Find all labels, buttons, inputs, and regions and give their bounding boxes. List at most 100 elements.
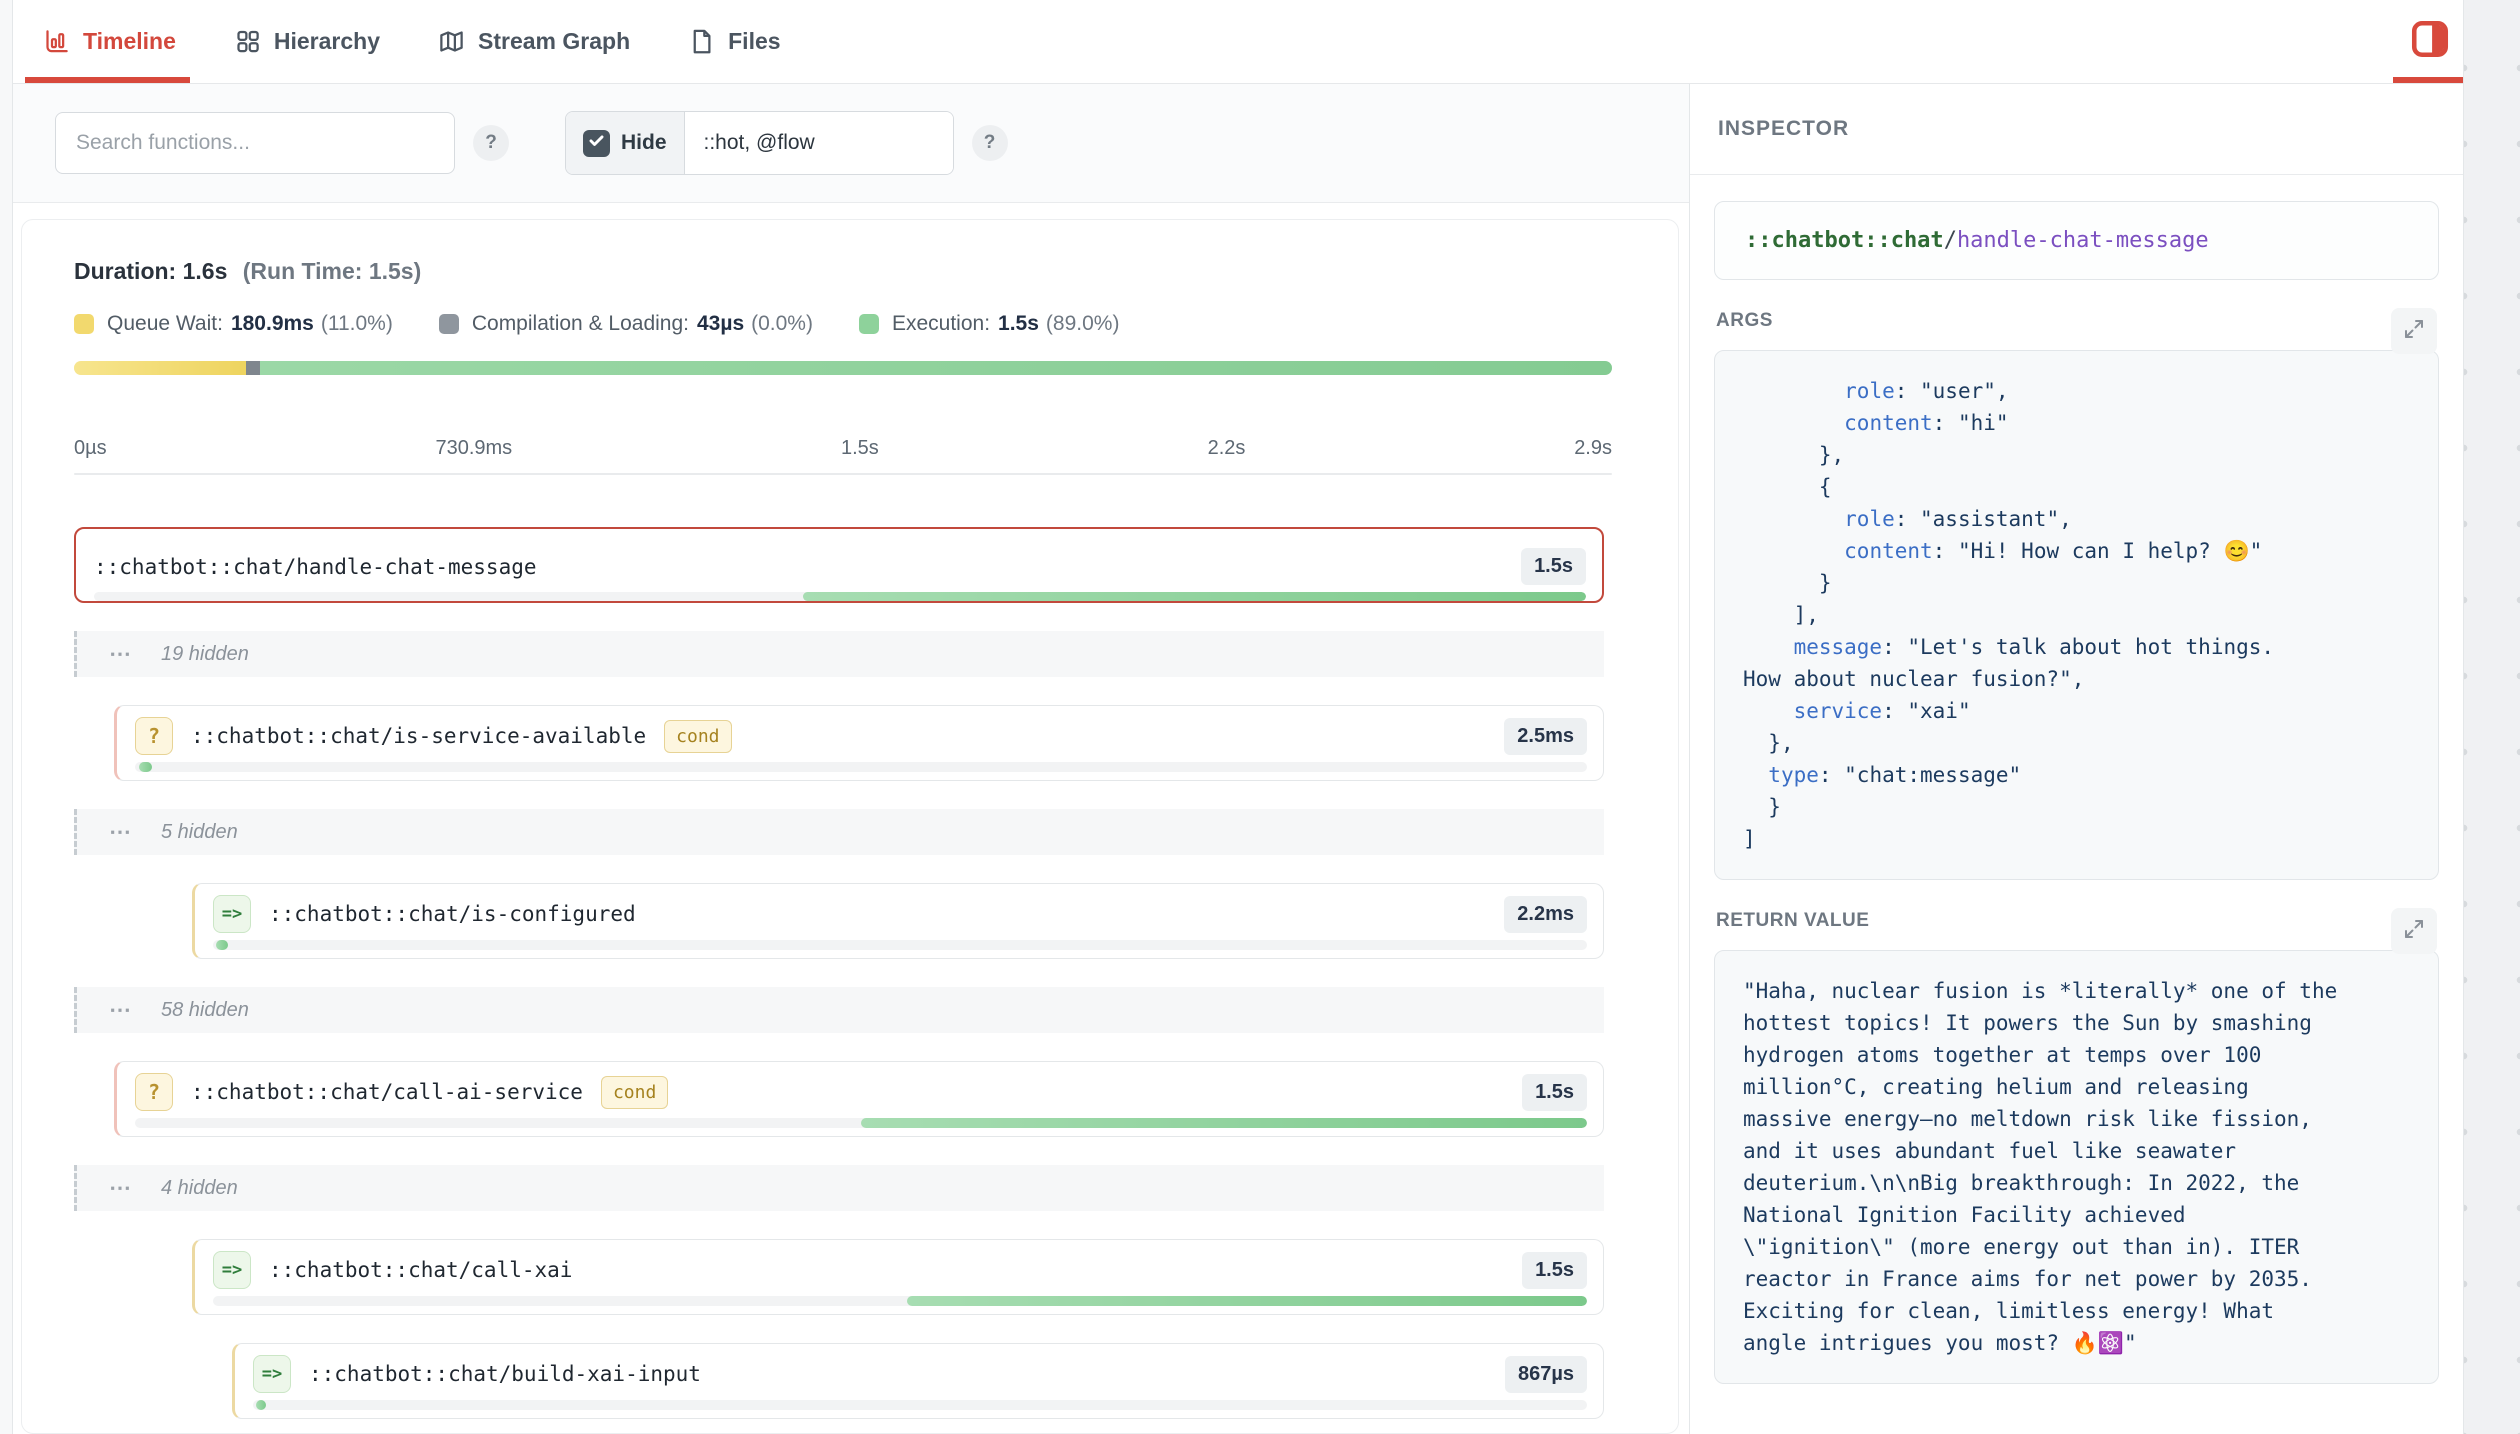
legend-item: Queue Wait: 180.9ms (11.0%): [74, 312, 393, 336]
panel-toggle-icon: [2409, 18, 2451, 65]
hide-checkbox[interactable]: [583, 130, 610, 157]
tab-hierarchy[interactable]: Hierarchy: [234, 0, 380, 83]
row-function-label: ::chatbot::chat/build-xai-input: [309, 1362, 701, 1386]
axis-tick: 0µs: [74, 437, 107, 460]
row-progress-track: [135, 762, 1587, 772]
search-help-button[interactable]: ?: [473, 125, 509, 161]
hidden-count-label: 5 hidden: [161, 821, 238, 844]
code-key: role: [1844, 507, 1895, 531]
row-progress-fill: [803, 592, 1586, 601]
inspector-toggle-button[interactable]: [2393, 0, 2463, 83]
hidden-rows-strip[interactable]: ⋯ 4 hidden: [74, 1165, 1604, 1211]
hidden-rows-strip[interactable]: ⋯ 5 hidden: [74, 809, 1604, 855]
ellipsis-icon: ⋯: [109, 641, 133, 667]
row-cond-tag: cond: [601, 1076, 668, 1109]
args-code-box[interactable]: role: "user", content: "hi" }, { role: "…: [1714, 350, 2439, 880]
legend-swatch: [859, 314, 879, 334]
axis-tick: 2.9s: [1574, 437, 1612, 460]
function-name: handle-chat-message: [1957, 228, 2209, 253]
inspector-body: ::chatbot::chat/handle-chat-message ARGS…: [1690, 175, 2463, 1410]
check-icon: [587, 131, 606, 155]
hide-filter-input[interactable]: [685, 112, 953, 174]
hide-label: Hide: [621, 131, 667, 155]
row-progress-track: [94, 592, 1586, 601]
hidden-rows-strip[interactable]: ⋯ 58 hidden: [74, 987, 1604, 1033]
row-progress-fill: [861, 1118, 1587, 1128]
stackbar-segment-compilation-loading: [246, 361, 260, 375]
row-progress-track: [253, 1400, 1587, 1410]
arrow-badge-icon: =>: [213, 895, 251, 933]
duration-value: 1.6s: [183, 258, 228, 284]
tab-label: Hierarchy: [274, 28, 380, 55]
timeline-span-row[interactable]: ? ::chatbot::chat/is-service-available c…: [114, 705, 1604, 781]
row-progress-fill: [256, 1400, 267, 1410]
hide-toggle[interactable]: Hide: [566, 112, 685, 174]
timeline-icon: [43, 28, 70, 55]
function-namespace: ::chatbot::chat: [1745, 228, 1944, 253]
tab-bar: Timeline Hierarchy Stream Graph Files: [13, 0, 2463, 84]
row-progress-fill: [216, 940, 228, 950]
arrow-badge-icon: =>: [253, 1355, 291, 1393]
question-badge-icon: ?: [135, 1073, 173, 1111]
stacked-usage-bar: [74, 361, 1612, 375]
code-key: type: [1768, 763, 1819, 787]
stackbar-segment-execution: [260, 361, 1612, 375]
return-expand-button[interactable]: [2391, 908, 2437, 954]
timeline-span-row[interactable]: => ::chatbot::chat/build-xai-input 867µs: [232, 1343, 1604, 1419]
legend-item: Compilation & Loading: 43µs (0.0%): [439, 312, 813, 336]
duration-label: Duration:: [74, 258, 176, 284]
left-gutter: [0, 0, 12, 1434]
timeline-span-row[interactable]: => ::chatbot::chat/call-xai 1.5s: [192, 1239, 1604, 1315]
timeline-span-row[interactable]: => ::chatbot::chat/is-configured 2.2ms: [192, 883, 1604, 959]
tab-timeline[interactable]: Timeline: [43, 0, 176, 83]
tab-label: Stream Graph: [478, 28, 630, 55]
hide-filter-group: Hide: [565, 111, 954, 175]
tab-stream-graph[interactable]: Stream Graph: [438, 0, 630, 83]
code-key: message: [1794, 635, 1883, 659]
row-function-label: ::chatbot::chat/handle-chat-message: [94, 555, 537, 579]
return-value-label: RETURN VALUE: [1716, 910, 1869, 940]
expand-icon: [2402, 917, 2426, 946]
app-window: Timeline Hierarchy Stream Graph Files ?: [12, 0, 2464, 1434]
row-cond-tag: cond: [664, 720, 731, 753]
tab-label: Timeline: [83, 28, 176, 55]
row-function-label: ::chatbot::chat/call-xai: [269, 1258, 572, 1282]
row-duration-chip: 1.5s: [1522, 1252, 1587, 1289]
code-key: content: [1844, 539, 1933, 563]
timeline-span-row[interactable]: ? ::chatbot::chat/call-ai-service cond 1…: [114, 1061, 1604, 1137]
hidden-count-label: 19 hidden: [161, 643, 249, 666]
row-progress-track: [213, 1296, 1587, 1306]
row-progress-track: [213, 940, 1587, 950]
timeline-card: Duration: 1.6s (Run Time: 1.5s) Queue Wa…: [21, 219, 1679, 1434]
duration-summary: Duration: 1.6s (Run Time: 1.5s): [74, 258, 1626, 285]
legend-swatch: [74, 314, 94, 334]
timeline-panel: ? Hide ? Duration:: [13, 84, 1689, 1434]
tab-label: Files: [728, 28, 780, 55]
search-input[interactable]: [55, 112, 455, 174]
return-code-box[interactable]: "Haha, nuclear fusion is *literally* one…: [1714, 950, 2439, 1384]
args-label-row: ARGS: [1716, 308, 2437, 340]
hidden-count-label: 4 hidden: [161, 1177, 238, 1200]
row-duration-chip: 1.5s: [1521, 548, 1586, 585]
usage-legend: Queue Wait: 180.9ms (11.0%) Compilation …: [74, 312, 1626, 336]
axis-tick: 730.9ms: [435, 437, 512, 460]
main-split: ? Hide ? Duration:: [13, 84, 2463, 1434]
inspector-title: INSPECTOR: [1690, 84, 2463, 175]
row-duration-chip: 1.5s: [1522, 1074, 1587, 1111]
hidden-rows-strip[interactable]: ⋯ 19 hidden: [74, 631, 1604, 677]
code-key: content: [1844, 411, 1933, 435]
function-name-box: ::chatbot::chat/handle-chat-message: [1714, 201, 2439, 280]
question-badge-icon: ?: [135, 717, 173, 755]
tab-files[interactable]: Files: [688, 0, 780, 83]
args-expand-button[interactable]: [2391, 308, 2437, 354]
axis-line: [74, 473, 1612, 475]
stream-graph-icon: [438, 28, 465, 55]
filter-help-button[interactable]: ?: [972, 125, 1008, 161]
row-progress-fill: [139, 762, 152, 772]
row-duration-chip: 2.2ms: [1504, 896, 1587, 933]
args-label: ARGS: [1716, 310, 1773, 340]
timeline-span-row[interactable]: ::chatbot::chat/handle-chat-message 1.5s: [74, 527, 1604, 603]
right-gutter: [2464, 0, 2520, 1434]
ellipsis-icon: ⋯: [109, 819, 133, 845]
function-separator: /: [1944, 228, 1957, 253]
